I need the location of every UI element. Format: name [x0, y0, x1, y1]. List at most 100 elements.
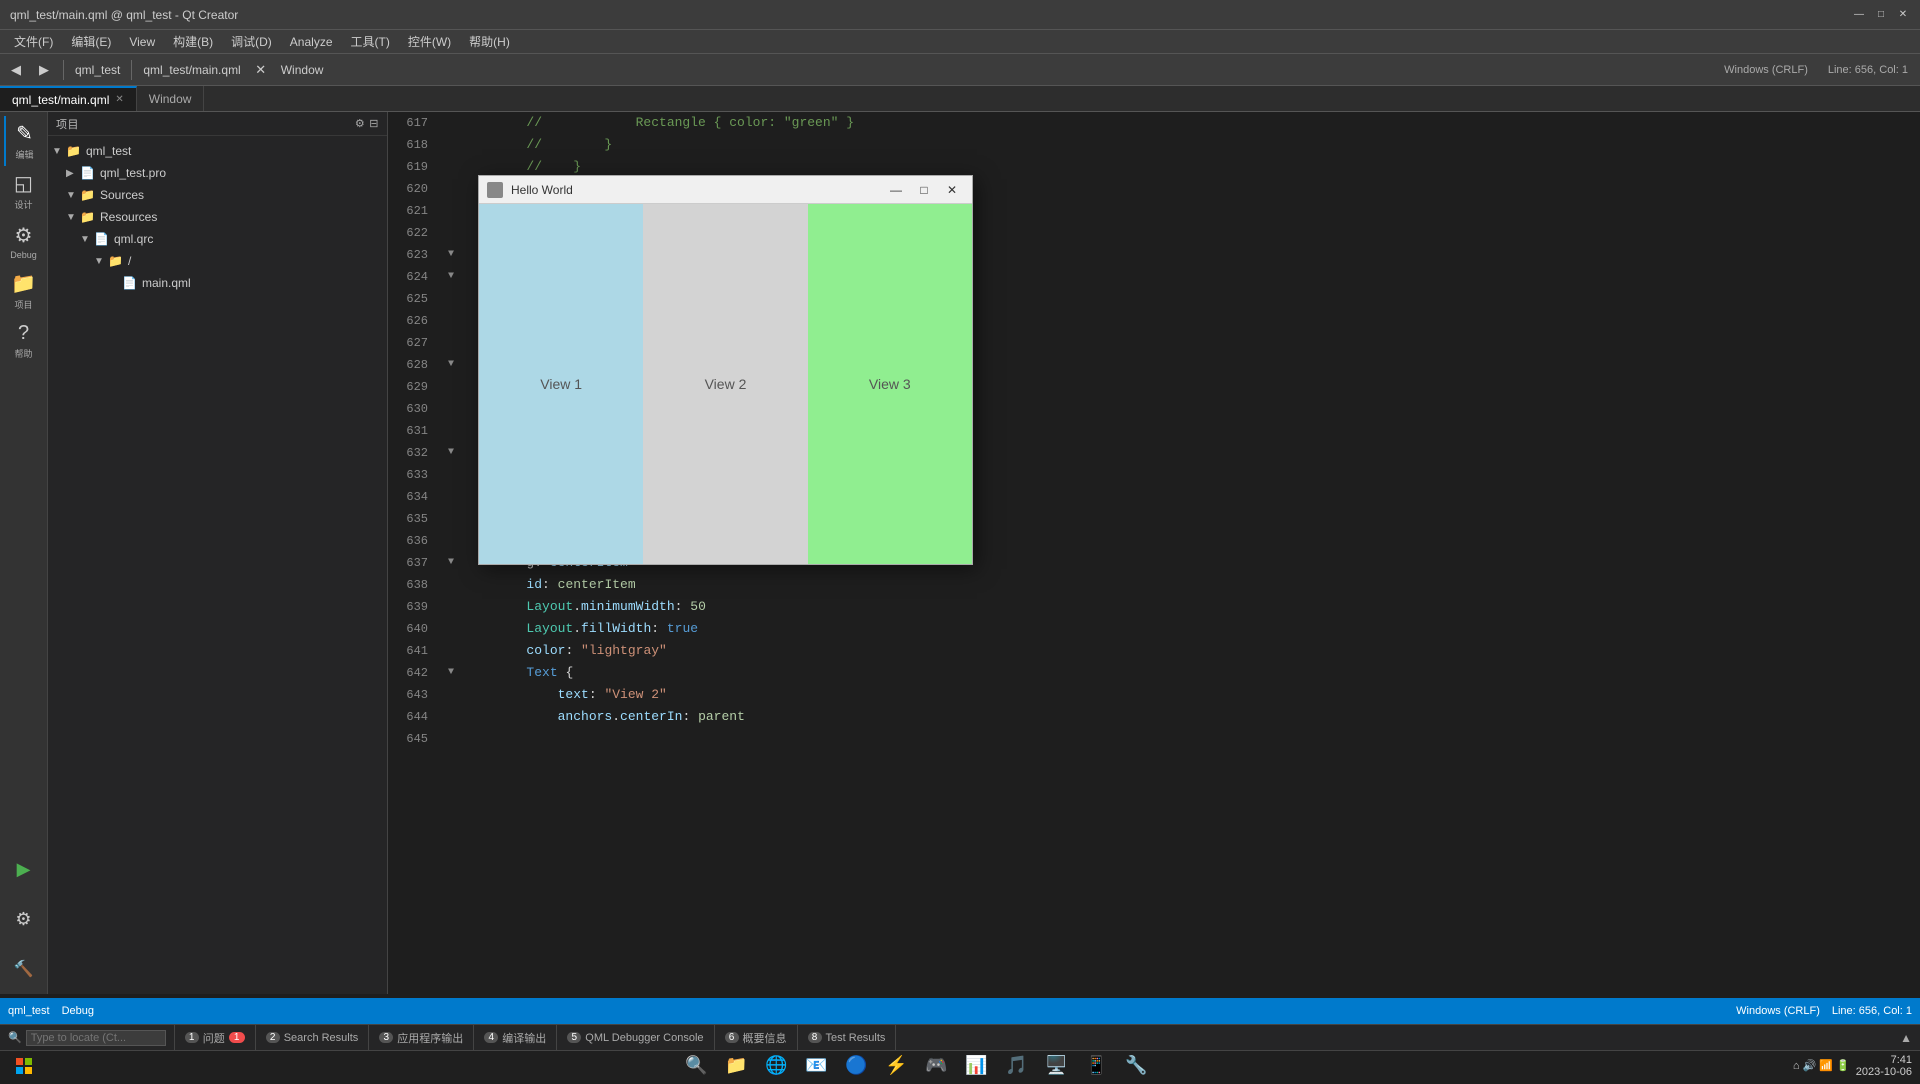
status-bar: qml_test Debug Windows (CRLF) Line: 656,… — [0, 998, 1920, 1024]
tree-item-1[interactable]: ▶📄qml_test.pro — [48, 162, 387, 184]
preview-close[interactable]: ✕ — [940, 181, 964, 199]
menu-item-view[interactable]: View — [121, 33, 163, 51]
bottom-tab-search[interactable]: 2Search Results — [256, 1025, 370, 1050]
preview-content: View 1 View 2 View 3 — [479, 204, 972, 564]
preview-view3-label: View 3 — [869, 376, 911, 392]
sidebar-item-build[interactable]: 🔨 — [4, 944, 44, 994]
tree-item-3[interactable]: ▼📁Resources — [48, 206, 387, 228]
tab-num-general-msgs: 6 — [725, 1032, 739, 1043]
line-num-639: 639 — [388, 596, 428, 618]
taskbar-clock[interactable]: 7:412023-10-06 — [1856, 1054, 1912, 1078]
toolbar: ◀ ▶ qml_test qml_test/main.qml ✕ Window … — [0, 54, 1920, 86]
fold-arrow-619 — [448, 156, 464, 178]
fold-arrow-626 — [448, 310, 464, 332]
taskbar-app-10[interactable]: 📱 — [1078, 1048, 1114, 1084]
taskbar-right: ⌂ 🔊 📶 🔋7:412023-10-06 — [1785, 1054, 1920, 1078]
minimize-button[interactable]: — — [1852, 8, 1866, 22]
expand-panel-button[interactable]: ▲ — [1900, 1031, 1912, 1045]
tree-item-6[interactable]: 📄main.qml — [48, 272, 387, 294]
fold-arrow-632[interactable]: ▼ — [448, 442, 464, 464]
tab-label-compile-output: 编译输出 — [502, 1030, 546, 1046]
bottom-tab-issues[interactable]: 1问题1 — [175, 1025, 256, 1050]
fold-arrow-620 — [448, 178, 464, 200]
tab-label-app-output: 应用程序输出 — [397, 1030, 463, 1046]
bottom-tab-compile-output[interactable]: 4编译输出 — [474, 1025, 557, 1050]
menu-item-e[interactable]: 编辑(E) — [63, 31, 119, 52]
menu-item-h[interactable]: 帮助(H) — [461, 31, 518, 52]
tree-item-0[interactable]: ▼📁qml_test — [48, 140, 387, 162]
sidebar-collapse-icon[interactable]: ⊟ — [369, 117, 379, 130]
bottom-tab-app-output[interactable]: 3应用程序输出 — [369, 1025, 474, 1050]
bottom-tab-general-msgs[interactable]: 6概要信息 — [715, 1025, 798, 1050]
taskbar-app-3[interactable]: 📧 — [798, 1048, 834, 1084]
fold-arrow-637[interactable]: ▼ — [448, 552, 464, 574]
taskbar-app-9[interactable]: 🖥️ — [1038, 1048, 1074, 1084]
sidebar-item-help[interactable]: ? 帮助 — [4, 316, 44, 366]
menu-item-t[interactable]: 工具(T) — [343, 31, 398, 52]
menu-item-d[interactable]: 调试(D) — [223, 31, 280, 52]
sidebar-item-edit[interactable]: ✎ 编辑 — [4, 116, 44, 166]
bottom-panel-right: ▲ — [1892, 1025, 1920, 1050]
fold-arrow-623[interactable]: ▼ — [448, 244, 464, 266]
start-button[interactable] — [0, 1058, 48, 1074]
toolbar-close-file[interactable]: ✕ — [249, 58, 273, 82]
bottom-tab-qml-debugger[interactable]: 5QML Debugger Console — [557, 1025, 714, 1050]
line-num-631: 631 — [388, 420, 428, 442]
preview-view3: View 3 — [808, 204, 972, 564]
preview-view1-label: View 1 — [540, 376, 582, 392]
taskbar-app-5[interactable]: ⚡ — [878, 1048, 914, 1084]
preview-minimize[interactable]: — — [884, 181, 908, 199]
tree-item-5[interactable]: ▼📁/ — [48, 250, 387, 272]
window-controls: — □ ✕ — [1852, 8, 1910, 22]
fold-arrow-624[interactable]: ▼ — [448, 266, 464, 288]
tab-label-issues: 问题 — [203, 1030, 225, 1046]
toolbar-forward[interactable]: ▶ — [32, 58, 56, 82]
line-num-627: 627 — [388, 332, 428, 354]
line-num-622: 622 — [388, 222, 428, 244]
sidebar-item-debug[interactable]: ⚙ Debug — [4, 216, 44, 266]
taskbar-app-6[interactable]: 🎮 — [918, 1048, 954, 1084]
fold-arrow-642[interactable]: ▼ — [448, 662, 464, 684]
menu-item-b[interactable]: 构建(B) — [165, 31, 221, 52]
taskbar-app-4[interactable]: 🔵 — [838, 1048, 874, 1084]
project-label: qml_test — [71, 63, 124, 77]
bottom-search-input[interactable] — [26, 1030, 166, 1046]
tab-close-icon[interactable]: ✕ — [115, 94, 123, 105]
fold-arrow-643 — [448, 684, 464, 706]
fold-arrow-618 — [448, 134, 464, 156]
maximize-button[interactable]: □ — [1874, 8, 1888, 22]
menu-item-w[interactable]: 控件(W) — [400, 31, 459, 52]
taskbar-app-8[interactable]: 🎵 — [998, 1048, 1034, 1084]
sidebar-item-project[interactable]: 📁 项目 — [4, 266, 44, 316]
taskbar-app-2[interactable]: 🌐 — [758, 1048, 794, 1084]
menu-item-analyze[interactable]: Analyze — [282, 33, 341, 51]
tab-window[interactable]: Window — [137, 86, 205, 111]
edit-icon: ✎ — [16, 121, 33, 146]
line-num-637: 637 — [388, 552, 428, 574]
sidebar-filter-icon[interactable]: ⚙ — [355, 117, 365, 130]
line-num-645: 645 — [388, 728, 428, 750]
tree-item-4[interactable]: ▼📄qml.qrc — [48, 228, 387, 250]
tree-label-4: qml.qrc — [114, 232, 153, 246]
toolbar-back[interactable]: ◀ — [4, 58, 28, 82]
taskbar-app-0[interactable]: 🔍 — [678, 1048, 714, 1084]
fold-arrow-644 — [448, 706, 464, 728]
bottom-tab-test-results[interactable]: 8Test Results — [798, 1025, 897, 1050]
sidebar-item-run[interactable]: ▶ — [4, 844, 44, 894]
sidebar-item-design[interactable]: ◱ 设计 — [4, 166, 44, 216]
tab-badge-issues: 1 — [229, 1032, 245, 1043]
tab-main-qml[interactable]: qml_test/main.qml ✕ — [0, 86, 137, 111]
line-num-629: 629 — [388, 376, 428, 398]
taskbar-app-7[interactable]: 📊 — [958, 1048, 994, 1084]
build-icon: 🔨 — [14, 959, 34, 979]
close-button[interactable]: ✕ — [1896, 8, 1910, 22]
tree-item-2[interactable]: ▼📁Sources — [48, 184, 387, 206]
taskbar-app-1[interactable]: 📁 — [718, 1048, 754, 1084]
sidebar-item-debugrun[interactable]: ⚙ — [4, 894, 44, 944]
preview-maximize[interactable]: □ — [912, 181, 936, 199]
preview-title: Hello World — [511, 183, 884, 197]
fold-arrow-628[interactable]: ▼ — [448, 354, 464, 376]
taskbar-app-11[interactable]: 🔧 — [1118, 1048, 1154, 1084]
fold-arrow-621 — [448, 200, 464, 222]
menu-item-f[interactable]: 文件(F) — [6, 31, 61, 52]
